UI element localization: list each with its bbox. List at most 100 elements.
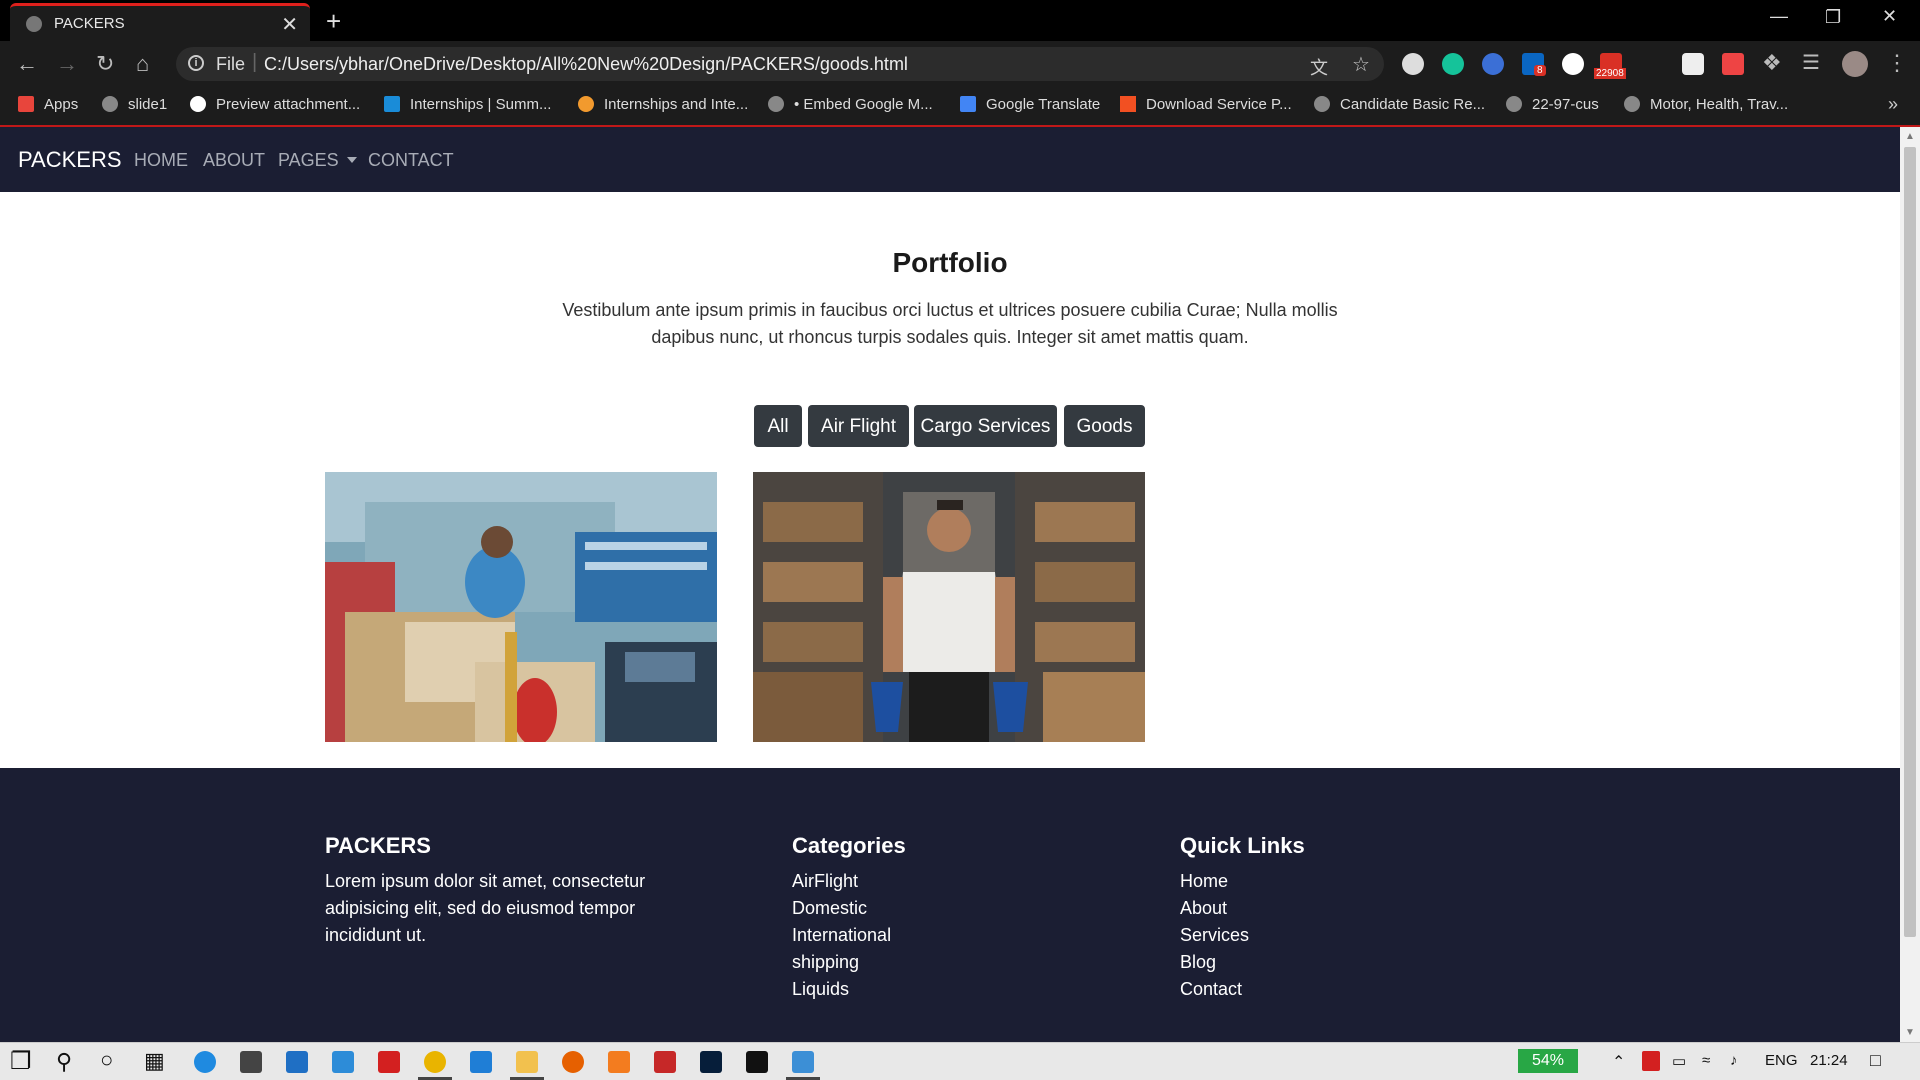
file-explorer-icon[interactable] — [516, 1051, 538, 1073]
footer-categories-list: AirFlight Domestic International shippin… — [792, 868, 891, 1003]
fire-icon — [578, 96, 594, 112]
firefox-icon[interactable] — [562, 1051, 584, 1073]
bookmark-star-icon[interactable]: ☆ — [1352, 52, 1370, 77]
footer-quick-link[interactable]: Contact — [1180, 976, 1249, 1003]
colorful-extension-icon[interactable] — [1722, 53, 1744, 75]
omnibox-separator: | — [252, 51, 258, 73]
reload-icon[interactable]: ↻ — [96, 51, 114, 77]
browser-tab[interactable]: PACKERS ✕ — [10, 3, 310, 41]
window-close-icon[interactable]: ✕ — [1882, 6, 1897, 27]
battery-indicator[interactable]: 54% — [1518, 1049, 1578, 1073]
tab-close-button[interactable]: ✕ — [281, 12, 298, 37]
footer-quick-link[interactable]: Services — [1180, 922, 1249, 949]
footer-category-link[interactable]: Domestic — [792, 895, 891, 922]
footer-quick-link[interactable]: Home — [1180, 868, 1249, 895]
task-view-icon[interactable]: ▦ — [144, 1048, 165, 1074]
bookmark-item[interactable]: Google Translate — [960, 96, 1100, 113]
filter-cargo-services-button[interactable]: Cargo Services — [914, 405, 1057, 447]
footer-category-link[interactable]: shipping — [792, 949, 891, 976]
grammarly-icon[interactable] — [1442, 53, 1464, 75]
footer-quick-link[interactable]: Blog — [1180, 949, 1249, 976]
nav-pages-dropdown[interactable]: PAGES — [278, 150, 357, 171]
profile-avatar[interactable] — [1842, 51, 1868, 77]
footer-quick-link[interactable]: About — [1180, 895, 1249, 922]
bookmark-item[interactable]: Motor, Health, Trav... — [1624, 96, 1788, 113]
site-footer: PACKERS Lorem ipsum dolor sit amet, cons… — [0, 768, 1900, 1042]
volume-icon[interactable]: ♪ — [1730, 1052, 1738, 1069]
footer-category-link[interactable]: AirFlight — [792, 868, 891, 895]
info-icon[interactable]: i — [188, 55, 204, 71]
sublime-icon[interactable] — [608, 1051, 630, 1073]
site-navbar: PACKERS HOME ABOUT PAGES CONTACT — [0, 127, 1900, 192]
translate-icon[interactable]: 文 — [1310, 54, 1328, 80]
filezilla-icon[interactable] — [654, 1051, 676, 1073]
globe-icon — [102, 96, 118, 112]
address-bar[interactable]: i File | C:/Users/ybhar/OneDrive/Desktop… — [176, 47, 1384, 81]
speed-icon[interactable] — [1562, 53, 1584, 75]
nav-about[interactable]: ABOUT — [203, 150, 265, 171]
back-icon[interactable]: ← — [16, 51, 38, 77]
url-text[interactable]: C:/Users/ybhar/OneDrive/Desktop/All%20Ne… — [264, 54, 908, 75]
cortana-icon[interactable]: ○ — [100, 1047, 113, 1073]
extension-circle-icon[interactable] — [1402, 53, 1424, 75]
browser-tab-strip: PACKERS ✕ + — ❐ ✕ — [0, 0, 1920, 41]
bookmark-apps[interactable]: Apps — [18, 96, 78, 113]
photos-icon[interactable] — [792, 1051, 814, 1073]
nav-home[interactable]: HOME — [134, 150, 188, 171]
bookmark-item[interactable]: slide1 — [102, 96, 167, 113]
windows-start-icon[interactable]: ❐ — [10, 1047, 32, 1076]
filter-air-flight-button[interactable]: Air Flight — [808, 405, 909, 447]
scrollbar-thumb[interactable] — [1904, 147, 1916, 937]
home-icon[interactable]: ⌂ — [136, 51, 149, 77]
scroll-down-icon[interactable]: ▼ — [1905, 1027, 1915, 1038]
portfolio-title: Portfolio — [892, 247, 1008, 278]
tray-chevron-icon[interactable]: ⌃ — [1612, 1052, 1625, 1072]
globe-icon — [1506, 96, 1522, 112]
bookmarks-overflow-button[interactable]: » — [1888, 94, 1898, 115]
filter-goods-button[interactable]: Goods — [1064, 405, 1145, 447]
new-tab-button[interactable]: + — [326, 6, 341, 37]
page-scrollbar[interactable]: ▲ ▼ — [1900, 127, 1920, 1042]
bookmark-item[interactable]: Download Service P... — [1120, 96, 1292, 113]
footer-category-link[interactable]: Liquids — [792, 976, 891, 1003]
media-queue-icon[interactable]: ☰ — [1802, 50, 1820, 75]
search-icon[interactable]: ⚲ — [56, 1049, 72, 1075]
bookmark-item[interactable]: 22-97-cus — [1506, 96, 1599, 113]
store-icon[interactable] — [240, 1051, 262, 1073]
globe-icon — [1624, 96, 1640, 112]
portfolio-image-workers-loading-boxes[interactable] — [325, 472, 717, 742]
app-red-icon[interactable] — [378, 1051, 400, 1073]
camera-icon[interactable] — [1682, 53, 1704, 75]
bookmark-item[interactable]: Internships and Inte... — [578, 96, 748, 113]
language-indicator[interactable]: ENG — [1765, 1052, 1798, 1069]
puzzle-icon[interactable]: ❖ — [1762, 50, 1782, 76]
scroll-up-icon[interactable]: ▲ — [1905, 131, 1915, 142]
internshala-icon — [384, 96, 400, 112]
battery-icon[interactable]: ▭ — [1672, 1052, 1686, 1070]
forward-icon[interactable]: → — [56, 51, 78, 77]
chrome-icon[interactable] — [424, 1051, 446, 1073]
notifications-icon[interactable]: □ — [1870, 1050, 1881, 1071]
nav-contact[interactable]: CONTACT — [368, 150, 454, 171]
bookmark-item[interactable]: Candidate Basic Re... — [1314, 96, 1485, 113]
photoshop-icon[interactable] — [700, 1051, 722, 1073]
wifi-icon[interactable]: ≈ — [1702, 1052, 1710, 1069]
bookmark-item[interactable]: Preview attachment... — [190, 96, 360, 113]
vscode-icon[interactable] — [470, 1051, 492, 1073]
bookmark-item[interactable]: • Embed Google M... — [768, 96, 933, 113]
clock[interactable]: 21:24 — [1810, 1052, 1848, 1069]
bookmark-item[interactable]: Internships | Summ... — [384, 96, 551, 113]
app-icon[interactable] — [332, 1051, 354, 1073]
filter-all-button[interactable]: All — [754, 405, 802, 447]
edge-icon[interactable] — [194, 1051, 216, 1073]
opera-icon[interactable] — [1642, 1051, 1660, 1071]
extension-icon[interactable] — [1482, 53, 1504, 75]
brand-logo[interactable]: PACKERS — [18, 147, 122, 173]
restore-icon[interactable]: ❐ — [1825, 7, 1841, 28]
netflix-icon[interactable] — [746, 1051, 768, 1073]
menu-icon[interactable]: ⋮ — [1886, 50, 1908, 76]
minimize-icon[interactable]: — — [1770, 6, 1788, 27]
footer-category-link[interactable]: International — [792, 922, 891, 949]
mail-app-icon[interactable] — [286, 1051, 308, 1073]
portfolio-image-man-in-warehouse[interactable] — [753, 472, 1145, 742]
